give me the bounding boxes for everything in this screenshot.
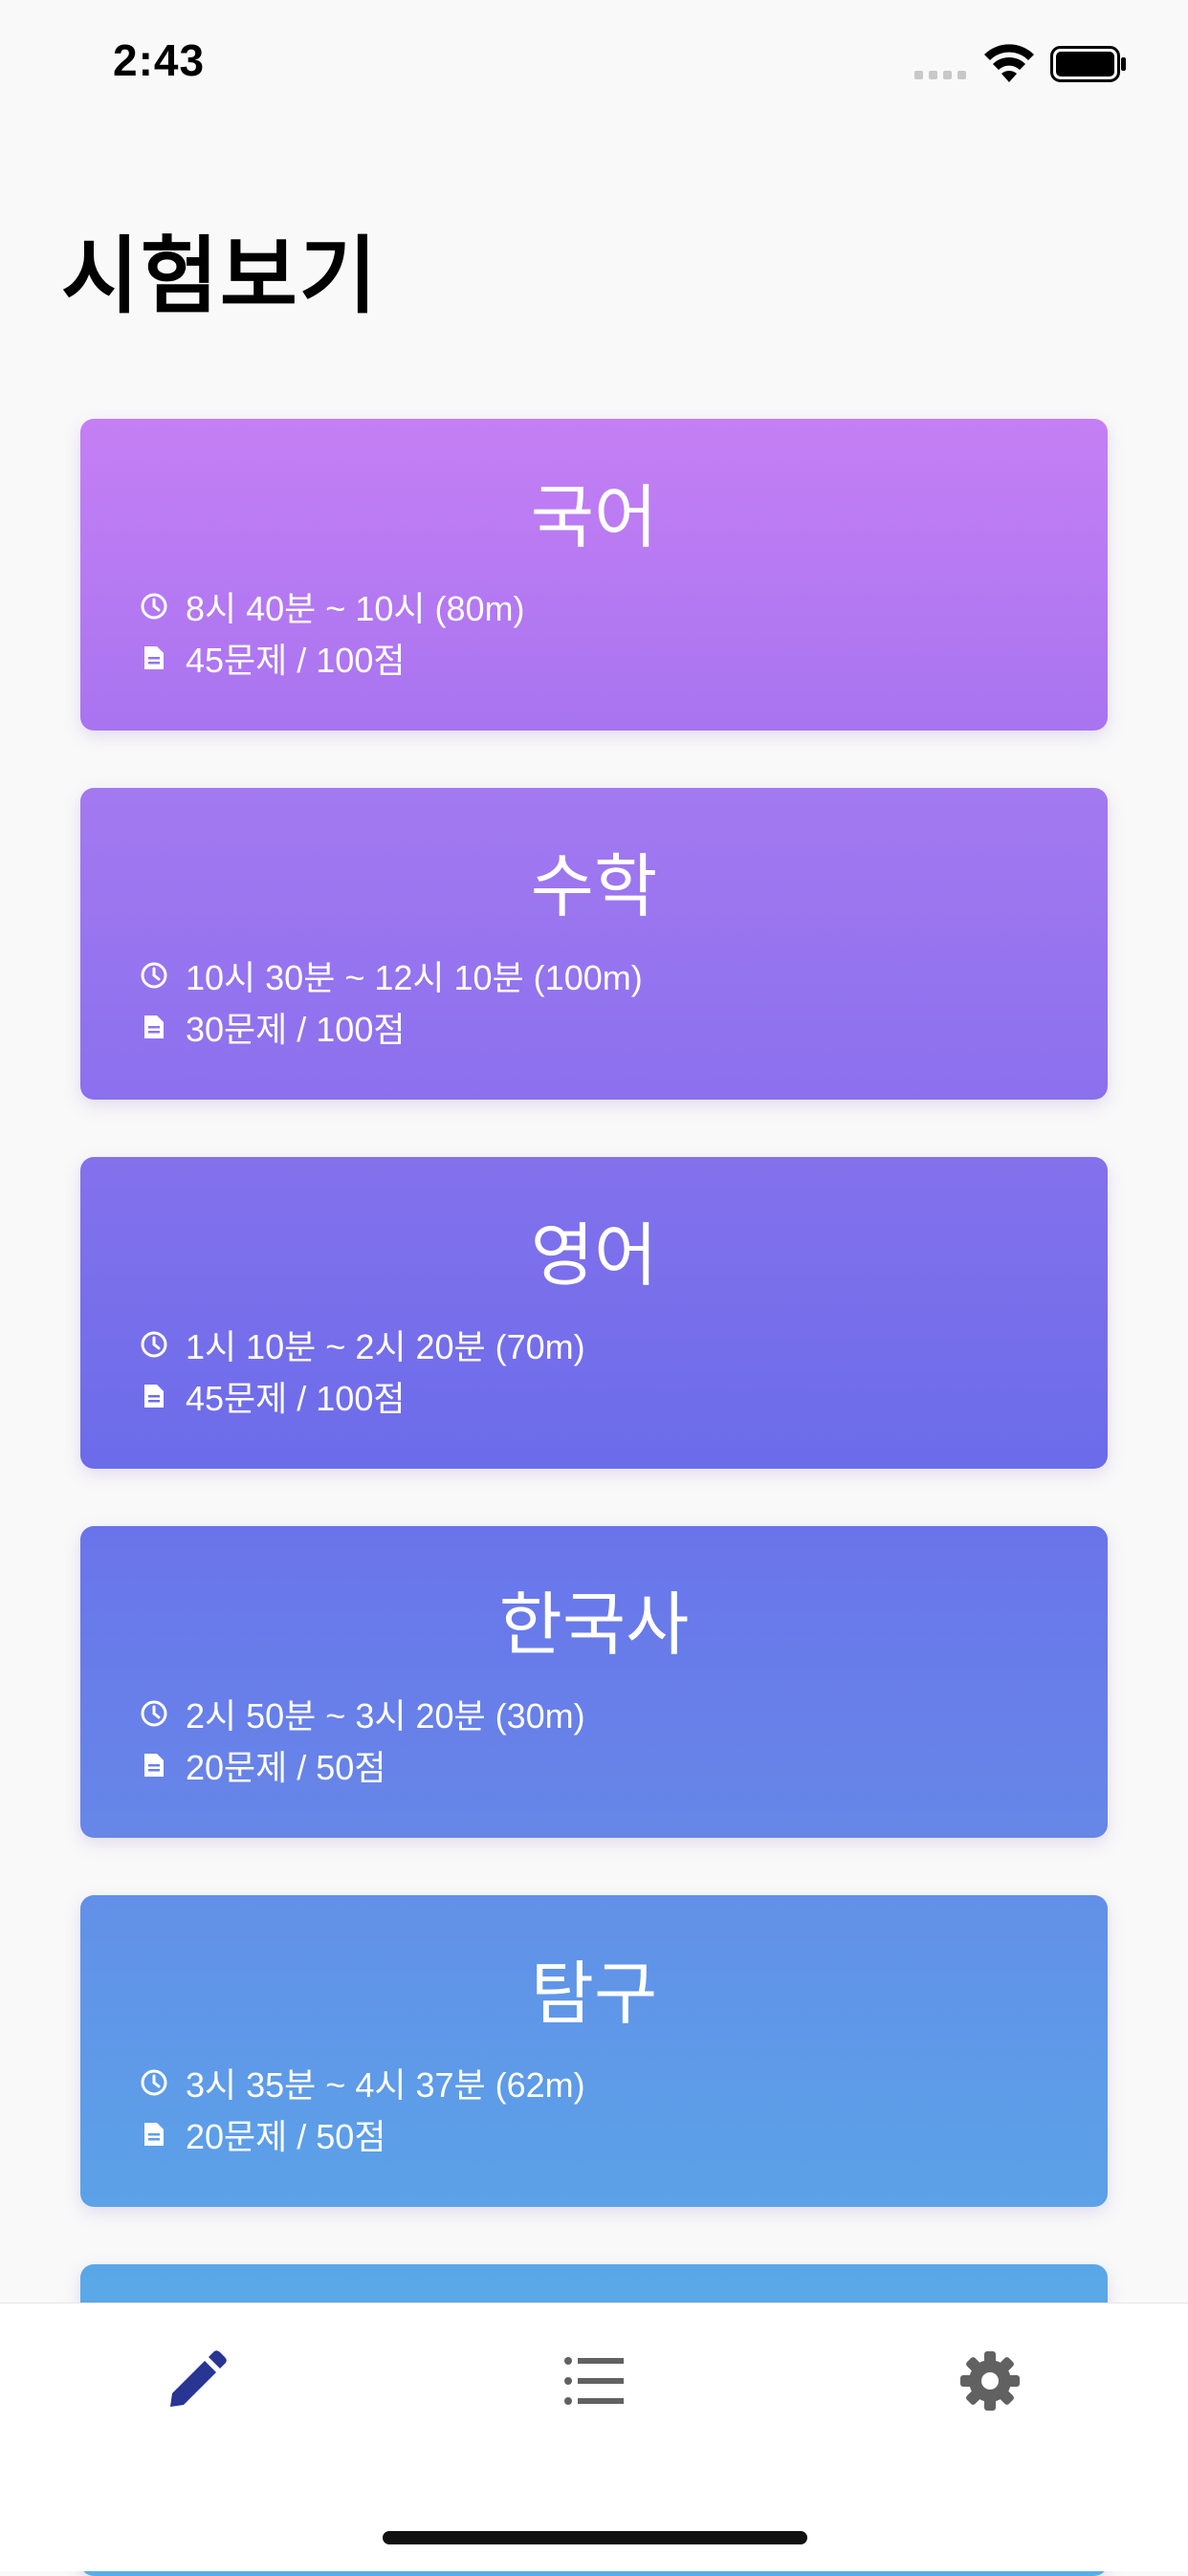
clock-icon — [141, 1331, 167, 1358]
tab-bar — [0, 2303, 1188, 2571]
exam-time: 10시 30분 ~ 12시 10분 (100m) — [186, 958, 643, 997]
exam-questions: 20문제 / 50점 — [186, 2117, 386, 2156]
exam-time-row: 3시 35분 ~ 4시 37분 (62m) — [140, 2058, 585, 2107]
exam-time-row: 10시 30분 ~ 12시 10분 (100m) — [140, 950, 643, 1000]
wifi-icon — [984, 44, 1034, 82]
document-icon — [144, 1015, 164, 1038]
exam-card-inquiry[interactable]: 탐구 3시 35분 ~ 4시 37분 (62m) 20문제 / 50점 — [80, 1895, 1108, 2207]
exam-subject: 탐구 — [530, 1954, 658, 2034]
clock-icon — [141, 2069, 167, 2096]
pencil-icon[interactable] — [165, 2349, 228, 2412]
exam-time-row: 8시 40분 ~ 10시 (80m) — [140, 581, 525, 631]
exam-subject: 한국사 — [498, 1584, 690, 1665]
exam-time: 8시 40분 ~ 10시 (80m) — [186, 589, 525, 628]
exam-time: 1시 10분 ~ 2시 20분 (70m) — [186, 1327, 585, 1366]
exam-questions: 45문제 / 100점 — [186, 1379, 406, 1418]
list-icon[interactable] — [562, 2349, 626, 2412]
exam-card-korean[interactable]: 국어 8시 40분 ~ 10시 (80m) 45문제 / 100점 — [80, 419, 1108, 731]
exam-questions: 30문제 / 100점 — [186, 1010, 406, 1049]
exam-questions-row: 45문제 / 100점 — [140, 1371, 405, 1421]
exam-card-english[interactable]: 영어 1시 10분 ~ 2시 20분 (70m) 45문제 / 100점 — [80, 1157, 1108, 1469]
exam-time-row: 1시 10분 ~ 2시 20분 (70m) — [140, 1320, 585, 1369]
status-bar: 2:43 — [0, 0, 1188, 126]
document-icon — [144, 2123, 164, 2146]
exam-questions-row: 20문제 / 50점 — [140, 1740, 385, 1790]
clock-icon — [141, 962, 167, 989]
exam-time: 2시 50분 ~ 3시 20분 (30m) — [186, 1696, 585, 1736]
home-indicator — [383, 2531, 807, 2544]
exam-questions-row: 45문제 / 100점 — [140, 633, 405, 683]
status-time: 2:43 — [113, 35, 206, 85]
exam-time-row: 2시 50분 ~ 3시 20분 (30m) — [140, 1689, 585, 1738]
document-icon — [144, 646, 164, 669]
page-title: 시험보기 — [61, 226, 379, 325]
clock-icon — [141, 1700, 167, 1727]
exam-subject: 국어 — [530, 477, 658, 557]
cellular-signal-icon — [914, 71, 966, 79]
exam-card-math[interactable]: 수학 10시 30분 ~ 12시 10분 (100m) 30문제 / 100점 — [80, 788, 1108, 1100]
exam-questions: 20문제 / 50점 — [186, 1748, 386, 1787]
exam-card-korean-history[interactable]: 한국사 2시 50분 ~ 3시 20분 (30m) 20문제 / 50점 — [80, 1526, 1108, 1838]
exam-questions: 45문제 / 100점 — [186, 641, 406, 680]
exam-time: 3시 35분 ~ 4시 37분 (62m) — [186, 2065, 585, 2105]
battery-icon — [1050, 46, 1126, 82]
clock-icon — [141, 593, 167, 620]
exam-questions-row: 20문제 / 50점 — [140, 2109, 385, 2159]
document-icon — [144, 1754, 164, 1777]
exam-subject: 영어 — [530, 1215, 658, 1296]
exam-subject: 수학 — [530, 846, 658, 927]
document-icon — [144, 1385, 164, 1408]
gear-icon[interactable] — [958, 2349, 1022, 2412]
exam-questions-row: 30문제 / 100점 — [140, 1002, 405, 1052]
